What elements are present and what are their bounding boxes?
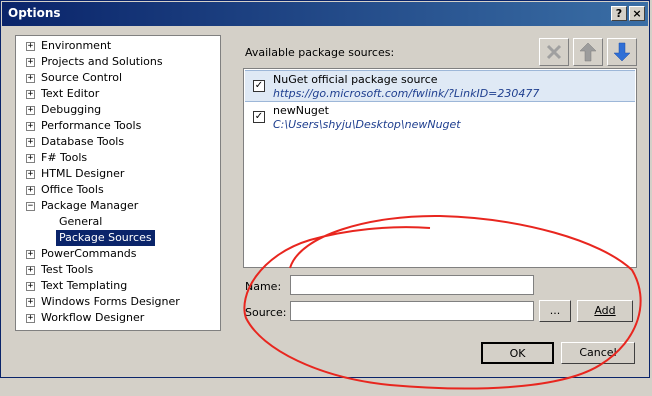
expand-icon[interactable]: + — [26, 58, 35, 67]
tree-item-label: Package Manager — [41, 199, 139, 212]
package-sources-list[interactable]: ✓ NuGet official package source https://… — [243, 68, 637, 268]
expand-icon[interactable]: + — [26, 282, 35, 291]
expand-icon[interactable]: + — [26, 250, 35, 259]
browse-button[interactable]: ... — [539, 300, 571, 322]
tree-item-label: Text Templating — [41, 279, 128, 292]
tree-item-label: Projects and Solutions — [41, 55, 163, 68]
expand-icon[interactable]: + — [26, 298, 35, 307]
tree-item-label: General — [59, 215, 103, 228]
ok-button[interactable]: OK — [481, 342, 554, 364]
list-item[interactable]: ✓ NuGet official package source https://… — [245, 70, 635, 102]
source-name: newNuget — [273, 104, 329, 117]
expand-icon[interactable]: + — [26, 266, 35, 275]
tree-item-label: HTML Designer — [41, 167, 125, 180]
tree-item-label: Windows Forms Designer — [41, 295, 180, 308]
tree-item-label: Package Sources — [56, 230, 155, 246]
source-path: https://go.microsoft.com/fwlink/?LinkID=… — [273, 87, 540, 100]
tree-item-label: Database Tools — [41, 135, 125, 148]
list-item[interactable]: ✓ newNuget C:\Users\shyju\Desktop\newNug… — [245, 102, 635, 134]
name-label: Name: — [245, 280, 282, 293]
name-field[interactable] — [290, 275, 534, 295]
expand-icon[interactable]: + — [26, 314, 35, 323]
close-button[interactable]: × — [629, 6, 645, 21]
options-dialog: Options ? × + Environment + Projects and… — [0, 0, 650, 378]
expand-icon[interactable]: + — [26, 154, 35, 163]
help-button[interactable]: ? — [611, 6, 627, 21]
expand-icon[interactable]: + — [26, 106, 35, 115]
tree-item-label: Office Tools — [41, 183, 104, 196]
remove-icon — [546, 44, 562, 60]
source-name: NuGet official package source — [273, 73, 438, 86]
available-sources-label: Available package sources: — [245, 46, 395, 59]
up-arrow-icon — [579, 42, 597, 62]
tree-item-label: Environment — [41, 39, 112, 52]
tree-item-label: Source Control — [41, 71, 123, 84]
tree-item-label: Workflow Designer — [41, 311, 145, 324]
move-down-button[interactable] — [607, 38, 637, 66]
expand-icon[interactable]: + — [26, 170, 35, 179]
enabled-checkbox[interactable]: ✓ — [253, 111, 265, 123]
expand-icon[interactable]: + — [26, 186, 35, 195]
tree-item-label: Debugging — [41, 103, 102, 116]
down-arrow-icon — [613, 42, 631, 62]
expand-icon[interactable]: + — [26, 74, 35, 83]
add-button[interactable]: Add — [577, 300, 633, 322]
expand-icon[interactable]: + — [26, 138, 35, 147]
cancel-button[interactable]: Cancel — [561, 342, 635, 364]
title-bar: Options ? × — [2, 2, 648, 26]
move-up-button[interactable] — [573, 38, 603, 66]
source-field[interactable] — [290, 301, 534, 321]
window-title: Options — [8, 6, 61, 20]
remove-source-button[interactable] — [539, 38, 569, 66]
options-tree[interactable]: + Environment + Projects and Solutions +… — [15, 35, 221, 331]
expand-icon[interactable]: + — [26, 90, 35, 99]
enabled-checkbox[interactable]: ✓ — [253, 80, 265, 92]
tree-item-label: Test Tools — [41, 263, 94, 276]
tree-item-label: PowerCommands — [41, 247, 137, 260]
tree-item-label: F# Tools — [41, 151, 88, 164]
source-path: C:\Users\shyju\Desktop\newNuget — [273, 118, 461, 131]
tree-item-label: Performance Tools — [41, 119, 142, 132]
collapse-icon[interactable]: − — [26, 202, 35, 211]
source-label: Source: — [245, 306, 287, 319]
expand-icon[interactable]: + — [26, 122, 35, 131]
tree-item-label: Text Editor — [41, 87, 100, 100]
expand-icon[interactable]: + — [26, 42, 35, 51]
